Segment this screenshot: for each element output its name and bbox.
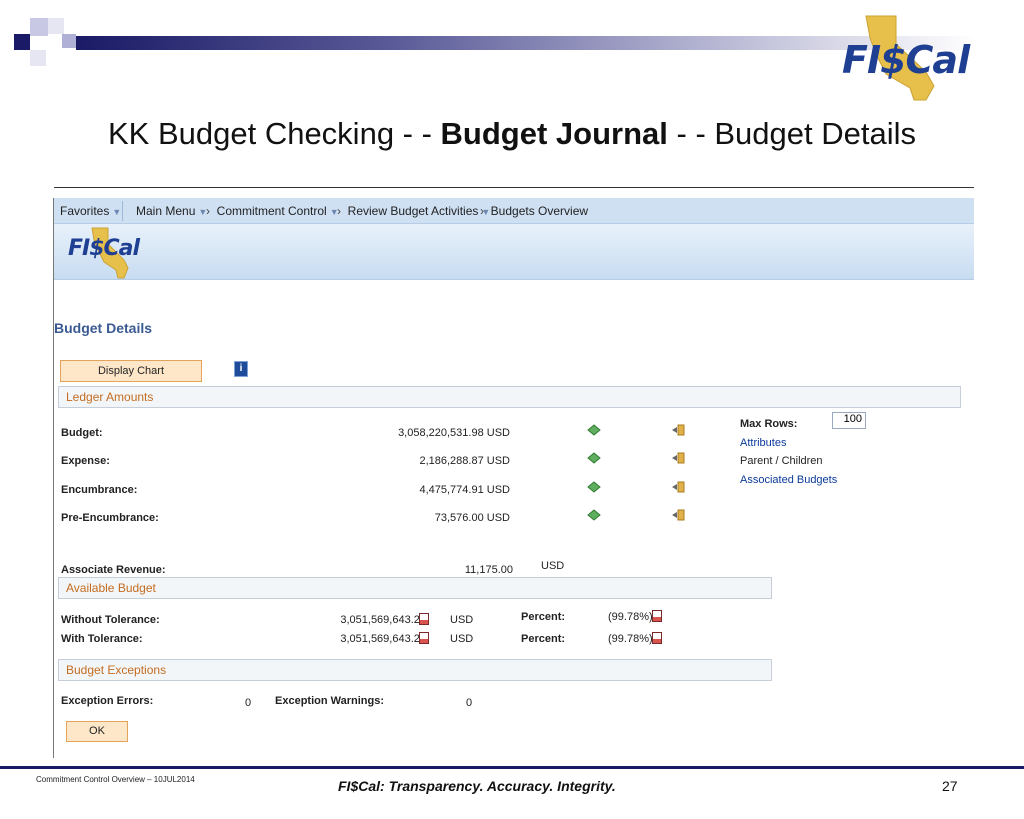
transfer-arrow-icon[interactable] xyxy=(671,509,685,521)
without-tolerance-label: Without Tolerance: xyxy=(61,614,160,626)
chevron-down-icon: ▼ xyxy=(112,207,122,217)
menu-separator xyxy=(122,201,123,221)
page-number: 27 xyxy=(942,778,958,794)
amount-value: 2,186,288.87 xyxy=(419,455,484,467)
main-menu-label: Main Menu xyxy=(136,204,196,218)
breadcrumb-review-budget-activities[interactable]: › Review Budget Activities ▼ xyxy=(337,204,490,218)
report-icon[interactable] xyxy=(652,632,662,644)
decor-square xyxy=(48,18,64,34)
money-drilldown-icon[interactable] xyxy=(587,452,601,464)
transfer-arrow-icon[interactable] xyxy=(671,452,685,464)
app-banner: FI$Cal xyxy=(54,224,974,280)
slide-title-prefix: KK Budget Checking - - xyxy=(107,116,441,151)
attributes-link[interactable]: Attributes xyxy=(740,437,786,449)
chevron-right-icon: › xyxy=(480,204,484,218)
amount-value: 4,475,774.91 xyxy=(419,484,484,496)
budget-label: Budget: xyxy=(61,427,103,439)
main-menu[interactable]: Main Menu ▼ xyxy=(136,204,207,218)
expense-label: Expense: xyxy=(61,455,110,467)
currency: USD xyxy=(486,512,510,524)
percent-label: Percent: xyxy=(521,611,566,623)
slide-title: KK Budget Checking - - Budget Journal - … xyxy=(0,116,1024,152)
footer-tagline: FI$Cal: Transparency. Accuracy. Integrit… xyxy=(338,778,616,794)
decor-square xyxy=(30,50,46,66)
expense-amount: 2,186,288.87 USD xyxy=(419,455,510,467)
associate-revenue-currency: USD xyxy=(541,560,565,572)
currency: USD xyxy=(486,484,510,496)
encumbrance-label: Encumbrance: xyxy=(61,484,138,496)
exception-errors-value: 0 xyxy=(245,697,252,709)
report-icon[interactable] xyxy=(419,632,429,644)
breadcrumb-label: Commitment Control xyxy=(216,204,327,218)
display-chart-button[interactable]: Display Chart xyxy=(60,360,202,382)
with-tolerance-label: With Tolerance: xyxy=(61,633,143,645)
transfer-arrow-icon[interactable] xyxy=(671,481,685,493)
breadcrumb-label: Budgets Overview xyxy=(490,204,589,218)
currency: USD xyxy=(486,427,510,439)
page-title: Budget Details xyxy=(54,320,153,336)
pre-encumbrance-amount: 73,576.00 USD xyxy=(435,512,510,524)
max-rows-input[interactable]: 100 xyxy=(832,412,866,429)
encumbrance-amount: 4,475,774.91 USD xyxy=(419,484,510,496)
money-drilldown-icon[interactable] xyxy=(587,509,601,521)
decor-square xyxy=(30,18,48,36)
associated-budgets-link[interactable]: Associated Budgets xyxy=(740,474,837,486)
title-divider xyxy=(54,187,974,188)
parent-children-text: Parent / Children xyxy=(740,455,823,467)
budget-exceptions-header: Budget Exceptions xyxy=(58,659,772,681)
associate-revenue-label: Associate Revenue: xyxy=(61,564,166,576)
exception-errors-label: Exception Errors: xyxy=(61,695,154,707)
info-icon[interactable]: i xyxy=(234,361,248,377)
without-tolerance-currency: USD xyxy=(450,614,474,626)
ok-button[interactable]: OK xyxy=(66,721,128,742)
app-logo-text: FI$Cal xyxy=(68,236,140,261)
report-icon[interactable] xyxy=(652,610,662,622)
transfer-arrow-icon[interactable] xyxy=(671,424,685,436)
footer-left-text: Commitment Control Overview – 10JUL2014 xyxy=(36,775,195,784)
menu-bar: Favorites ▼ Main Menu ▼ › Commitment Contr… xyxy=(54,198,974,224)
pre-encumbrance-label: Pre-Encumbrance: xyxy=(61,512,159,524)
report-icon[interactable] xyxy=(419,613,429,625)
without-tolerance-percent: (99.78%) xyxy=(608,611,653,623)
favorites-menu[interactable]: Favorites ▼ xyxy=(60,204,121,218)
breadcrumb-budgets-overview[interactable]: › Budgets Overview xyxy=(480,204,588,218)
with-tolerance-currency: USD xyxy=(450,633,474,645)
app-fiscal-logo: FI$Cal xyxy=(68,226,158,280)
fiscal-logo: FI$Cal xyxy=(836,14,986,104)
footer-line xyxy=(0,766,1024,769)
with-tolerance-amount: 3,051,569,643.20 xyxy=(340,633,426,645)
amount-value: 3,058,220,531.98 xyxy=(398,427,484,439)
without-tolerance-amount: 3,051,569,643.20 xyxy=(340,614,426,626)
budget-amount: 3,058,220,531.98 USD xyxy=(398,427,510,439)
budget-details-app: Favorites ▼ Main Menu ▼ › Commitment Contr… xyxy=(54,198,974,756)
max-rows-label: Max Rows: xyxy=(740,418,798,430)
percent-label: Percent: xyxy=(521,633,566,645)
with-tolerance-percent: (99.78%) xyxy=(608,633,653,645)
slide-title-suffix: - - Budget Details xyxy=(667,116,917,151)
money-drilldown-icon[interactable] xyxy=(587,424,601,436)
chevron-right-icon: › xyxy=(337,204,341,218)
chevron-right-icon: › xyxy=(206,204,210,218)
money-drilldown-icon[interactable] xyxy=(587,481,601,493)
exception-warnings-value: 0 xyxy=(466,697,473,709)
logo-text: FI$Cal xyxy=(842,38,970,82)
ledger-amounts-header: Ledger Amounts xyxy=(58,386,961,408)
favorites-label: Favorites xyxy=(60,204,110,218)
exception-warnings-label: Exception Warnings: xyxy=(275,695,384,707)
available-budget-header: Available Budget xyxy=(58,577,772,599)
associate-revenue-amount: 11,175.00 xyxy=(464,564,513,576)
breadcrumb-label: Review Budget Activities xyxy=(347,204,479,218)
amount-value: 73,576.00 xyxy=(434,512,484,524)
currency: USD xyxy=(486,455,510,467)
decor-square xyxy=(62,34,76,48)
slide-title-bold: Budget Journal xyxy=(440,116,668,151)
decor-square xyxy=(14,34,30,50)
breadcrumb-commitment-control[interactable]: › Commitment Control ▼ xyxy=(206,204,339,218)
